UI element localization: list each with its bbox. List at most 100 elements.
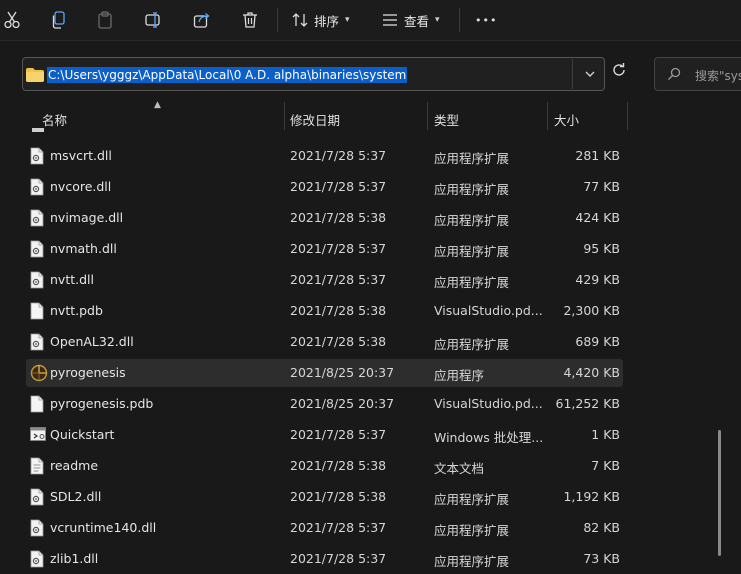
file-row[interactable]: OpenAL32.dll 2021/7/28 5:38 应用程序扩展 689 KB [26, 328, 623, 356]
column-header-type[interactable]: 类型 [434, 110, 459, 129]
file-name: Quickstart [50, 427, 115, 442]
sort-button[interactable]: 排序 ▾ [292, 6, 350, 34]
file-size: 82 KB [583, 520, 620, 535]
address-bar[interactable]: C:\Users\ygggz\AppData\Local\0 A.D. alph… [22, 57, 605, 91]
file-row[interactable]: readme 2021/7/28 5:38 文本文档 7 KB [26, 452, 623, 480]
file-size: 73 KB [583, 551, 620, 566]
sort-icon [292, 13, 308, 27]
file-date: 2021/7/28 5:37 [290, 551, 387, 566]
file-type: 应用程序扩展 [434, 182, 510, 197]
file-date: 2021/7/28 5:38 [290, 303, 387, 318]
file-row[interactable]: vcruntime140.dll 2021/7/28 5:37 应用程序扩展 82 K… [26, 514, 623, 542]
file-type: 应用程序扩展 [434, 213, 510, 228]
file-row[interactable]: Quickstart 2021/7/28 5:37 Windows 批处理... 1 … [26, 421, 623, 449]
file-name: nvmath.dll [50, 241, 117, 256]
dll-file-icon [30, 333, 44, 354]
column-header-row: ▲ 名称 修改日期 类型 大小 [0, 100, 741, 132]
file-name: nvimage.dll [50, 210, 124, 225]
file-type: 应用程序扩展 [434, 554, 510, 569]
cut-button[interactable] [4, 6, 20, 34]
file-row[interactable]: nvtt.pdb 2021/7/28 5:38 VisualStudio.pd...… [26, 297, 623, 325]
clipboard-icon [98, 11, 112, 29]
file-name: nvcore.dll [50, 179, 112, 194]
file-name: readme [50, 458, 99, 473]
file-size: 2,300 KB [563, 303, 620, 318]
more-icon: ••• [475, 13, 498, 27]
file-name: pyrogenesis [50, 365, 126, 380]
file-row[interactable]: msvcrt.dll 2021/7/28 5:37 应用程序扩展 281 KB [26, 142, 623, 170]
file-list: ▲ 名称 修改日期 类型 大小 msvcrt.dll 2021/7/28 5:37… [0, 100, 741, 574]
copy-icon [52, 11, 65, 29]
dll-file-icon [30, 178, 44, 199]
toolbar-divider [277, 8, 278, 32]
batch-file-icon [30, 426, 46, 445]
delete-button[interactable] [242, 6, 258, 34]
file-type: 应用程序扩展 [434, 275, 510, 290]
column-header-size[interactable]: 大小 [554, 110, 579, 129]
copy-button[interactable] [51, 6, 67, 34]
column-header-date[interactable]: 修改日期 [290, 110, 340, 129]
rename-button[interactable] [145, 6, 163, 34]
sort-label: 排序 [314, 13, 340, 29]
file-type: 应用程序 [434, 368, 485, 383]
file-row[interactable]: nvtt.dll 2021/7/28 5:37 应用程序扩展 429 KB [26, 266, 623, 294]
share-button[interactable] [193, 6, 211, 34]
file-row[interactable]: nvcore.dll 2021/7/28 5:37 应用程序扩展 77 KB [26, 173, 623, 201]
refresh-icon[interactable] [611, 62, 627, 78]
file-row[interactable]: nvimage.dll 2021/7/28 5:38 应用程序扩展 424 KB [26, 204, 623, 232]
file-type: 应用程序扩展 [434, 337, 510, 352]
view-label: 查看 [404, 13, 430, 29]
file-row[interactable]: pyrogenesis.pdb 2021/8/25 20:37 VisualStud… [26, 390, 623, 418]
file-date: 2021/7/28 5:37 [290, 241, 387, 256]
blank-file-icon [30, 395, 44, 416]
view-list-icon [383, 14, 397, 26]
paste-button[interactable] [97, 6, 113, 34]
column-divider[interactable] [284, 102, 285, 130]
file-date: 2021/7/28 5:38 [290, 334, 387, 349]
column-divider[interactable] [547, 102, 548, 130]
dll-file-icon [30, 488, 44, 509]
app-exe-icon [30, 364, 48, 385]
sort-ascending-icon: ▲ [154, 100, 161, 110]
file-type: 应用程序扩展 [434, 523, 510, 538]
dll-file-icon [30, 209, 44, 230]
file-name: zlib1.dll [50, 551, 99, 566]
folder-icon [26, 68, 44, 82]
file-type: 应用程序扩展 [434, 244, 510, 259]
dll-file-icon [30, 240, 44, 261]
file-row[interactable]: nvmath.dll 2021/7/28 5:37 应用程序扩展 95 KB [26, 235, 623, 263]
column-divider[interactable] [427, 102, 428, 130]
partial-file-icon [32, 128, 44, 132]
file-date: 2021/7/28 5:38 [290, 489, 387, 504]
file-row[interactable]: zlib1.dll 2021/7/28 5:37 应用程序扩展 73 KB [26, 545, 623, 573]
more-options-button[interactable]: ••• [475, 6, 497, 34]
search-box[interactable]: 搜索"sys [654, 57, 741, 91]
vertical-scrollbar[interactable] [718, 430, 721, 556]
file-name: pyrogenesis.pdb [50, 396, 154, 411]
trash-icon [243, 12, 257, 28]
view-button[interactable]: 查看 ▾ [382, 6, 440, 34]
dll-file-icon [30, 147, 44, 168]
column-header-name[interactable]: 名称 [42, 110, 67, 129]
file-name: OpenAL32.dll [50, 334, 134, 349]
address-bar-row: C:\Users\ygggz\AppData\Local\0 A.D. alph… [0, 48, 741, 100]
share-icon [193, 13, 210, 28]
chevron-down-icon[interactable] [583, 67, 597, 81]
file-size: 77 KB [583, 179, 620, 194]
toolbar-divider [459, 8, 460, 32]
file-type: VisualStudio.pd... [434, 396, 542, 411]
chevron-down-icon: ▾ [345, 15, 350, 25]
search-icon [668, 67, 681, 80]
file-date: 2021/8/25 20:37 [290, 365, 395, 380]
file-row[interactable]: SDL2.dll 2021/7/28 5:38 应用程序扩展 1,192 KB [26, 483, 623, 511]
file-type: VisualStudio.pd... [434, 303, 542, 318]
rename-icon [145, 12, 160, 28]
file-date: 2021/7/28 5:37 [290, 272, 387, 287]
column-divider[interactable] [627, 102, 628, 130]
command-bar: 排序 ▾ 查看 ▾ ••• [0, 0, 741, 41]
address-divider [572, 59, 573, 89]
file-name: nvtt.pdb [50, 303, 103, 318]
file-row[interactable]: pyrogenesis 2021/8/25 20:37 应用程序 4,420 KB [26, 359, 623, 387]
file-name: nvtt.dll [50, 272, 94, 287]
address-path[interactable]: C:\Users\ygggz\AppData\Local\0 A.D. alph… [47, 67, 408, 83]
